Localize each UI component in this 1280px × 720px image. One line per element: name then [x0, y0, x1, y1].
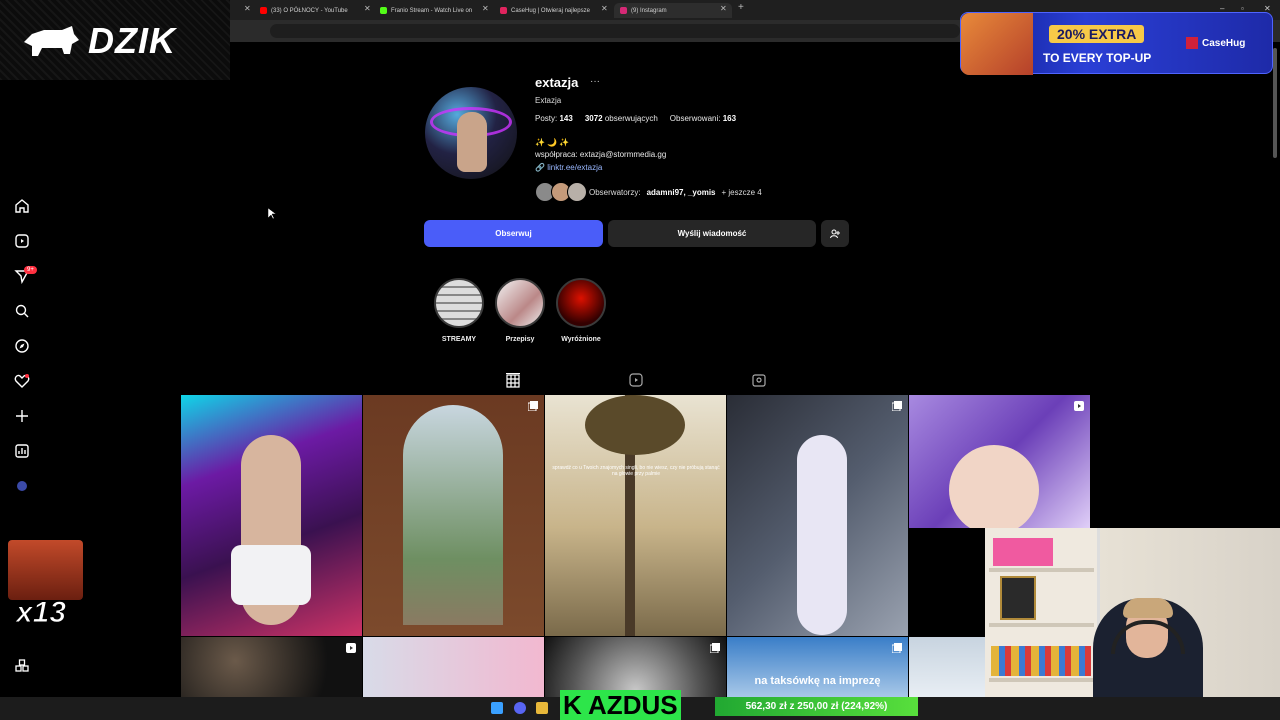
more-icon[interactable]: [12, 656, 32, 676]
carousel-icon: [892, 401, 902, 411]
post-tile[interactable]: [909, 637, 985, 697]
reel-icon: [346, 643, 356, 653]
casehug-icon: [500, 7, 507, 14]
home-icon[interactable]: [12, 196, 32, 216]
more-options-icon[interactable]: ···: [590, 76, 600, 87]
notification-badge: 9+: [24, 266, 37, 274]
windows-start-icon[interactable]: [491, 702, 503, 714]
multiplier-label: x13: [15, 596, 67, 630]
post-tile[interactable]: [727, 395, 908, 636]
close-icon[interactable]: ✕: [364, 4, 371, 13]
mouse-cursor-icon: [268, 208, 276, 219]
close-icon[interactable]: ✕: [720, 4, 727, 13]
post-caption: na taksówkę na imprezę: [754, 675, 881, 687]
post-tile[interactable]: na taksówkę na imprezę: [727, 637, 908, 697]
treasure-chest-icon: [961, 13, 1033, 75]
posts-count: Posty: 143: [535, 114, 573, 123]
dashboard-icon[interactable]: [12, 441, 32, 461]
message-button[interactable]: Wyślij wiadomość: [608, 220, 816, 247]
search-icon[interactable]: [12, 301, 32, 321]
file-explorer-icon[interactable]: [536, 702, 548, 714]
post-tile[interactable]: [181, 637, 362, 697]
boar-icon: [24, 26, 79, 56]
reels-tab[interactable]: [629, 373, 643, 387]
carousel-icon: [528, 401, 538, 411]
donation-goal: 562,30 zł z 250,00 zł (224,92%): [715, 697, 918, 716]
reel-icon: [1074, 401, 1084, 411]
post-tile[interactable]: [363, 395, 544, 636]
casehug-brand: CaseHug: [1186, 37, 1245, 49]
kick-icon: [380, 7, 387, 14]
create-icon[interactable]: [12, 406, 32, 426]
profile-username: extazja: [535, 75, 579, 90]
post-tile[interactable]: sprawdź co u Twoich znajomych singli, bo…: [545, 395, 726, 636]
youtube-icon: [260, 7, 267, 14]
dzik-logo-panel: DZIK: [0, 0, 230, 80]
close-icon[interactable]: ✕: [244, 4, 251, 13]
followed-by[interactable]: Obserwatorzy: adamni97, _yomis + jeszcze…: [535, 182, 762, 202]
profile-link[interactable]: 🔗 linktr.ee/extazja: [535, 163, 602, 172]
highlight-streamy[interactable]: STREAMY: [433, 278, 485, 343]
profile-avatar[interactable]: [425, 87, 517, 179]
profile-tabs: [180, 366, 1091, 394]
profile-stats: Posty: 143 3072 obserwujących Obserwowan…: [535, 114, 736, 123]
page-scrollbar[interactable]: [1273, 48, 1277, 158]
reels-icon[interactable]: [12, 231, 32, 251]
grid-icon: [506, 374, 520, 388]
browser-tab-kick[interactable]: Franio Stream - Watch Live on: [380, 3, 480, 18]
post-tile[interactable]: [545, 637, 726, 697]
post-caption: sprawdź co u Twoich znajomych singli, bo…: [552, 465, 720, 477]
casehug-percent: 20% EXTRA: [1049, 25, 1145, 43]
url-input[interactable]: [270, 24, 960, 38]
post-tile[interactable]: [909, 395, 1090, 528]
profile-full-name: Extazja: [535, 96, 562, 105]
close-icon[interactable]: ✕: [601, 4, 608, 13]
highlight-wyroznione[interactable]: Wyróżnione: [555, 278, 607, 343]
post-tile[interactable]: [363, 637, 544, 697]
heart-icon[interactable]: [12, 371, 32, 391]
suggest-user-button[interactable]: [821, 220, 849, 247]
follow-button[interactable]: Obserwuj: [424, 220, 603, 247]
casehug-banner: 20% EXTRA TO EVERY TOP-UP CaseHug: [960, 12, 1273, 75]
casehug-subtitle: TO EVERY TOP-UP: [1043, 51, 1152, 65]
discord-icon[interactable]: [514, 702, 526, 714]
tagged-icon: [752, 374, 766, 387]
posts-grid-tab[interactable]: [506, 373, 520, 388]
profile-icon[interactable]: [12, 476, 32, 496]
shelf: [985, 528, 1100, 720]
carousel-icon: [892, 643, 902, 653]
streamer-webcam: [985, 528, 1280, 720]
post-tile[interactable]: [181, 395, 362, 636]
instagram-icon: [620, 7, 627, 14]
browser-tab-youtube[interactable]: (33) O PÓŁNOCY - YouTube: [260, 3, 360, 18]
close-icon[interactable]: ✕: [482, 4, 489, 13]
browser-tab-casehug[interactable]: CaseHug | Otwieraj najlepsze: [500, 3, 600, 18]
casehug-cube-icon: [1186, 37, 1198, 49]
following-count[interactable]: Obserwowani: 163: [670, 114, 736, 123]
new-tab-icon[interactable]: +: [738, 2, 744, 13]
dzik-logo: DZIK: [22, 20, 176, 62]
carousel-icon: [710, 643, 720, 653]
explore-icon[interactable]: [12, 336, 32, 356]
mutual-avatars: [535, 182, 587, 202]
multiplier-image: [8, 540, 83, 600]
add-user-icon: [830, 229, 840, 238]
followers-count[interactable]: 3072 obserwujących: [585, 114, 658, 123]
highlight-przepisy[interactable]: Przepisy: [494, 278, 546, 343]
tagged-tab[interactable]: [752, 373, 766, 387]
reels-icon: [629, 373, 643, 387]
ticker-name: K AZDUS: [560, 690, 681, 720]
profile-bio: współpraca: extazja@stormmedia.gg: [535, 150, 667, 159]
bio-emoji: ✨ 🌙 ✨: [535, 138, 570, 147]
browser-tab-instagram[interactable]: (9) Instagram: [614, 3, 732, 18]
